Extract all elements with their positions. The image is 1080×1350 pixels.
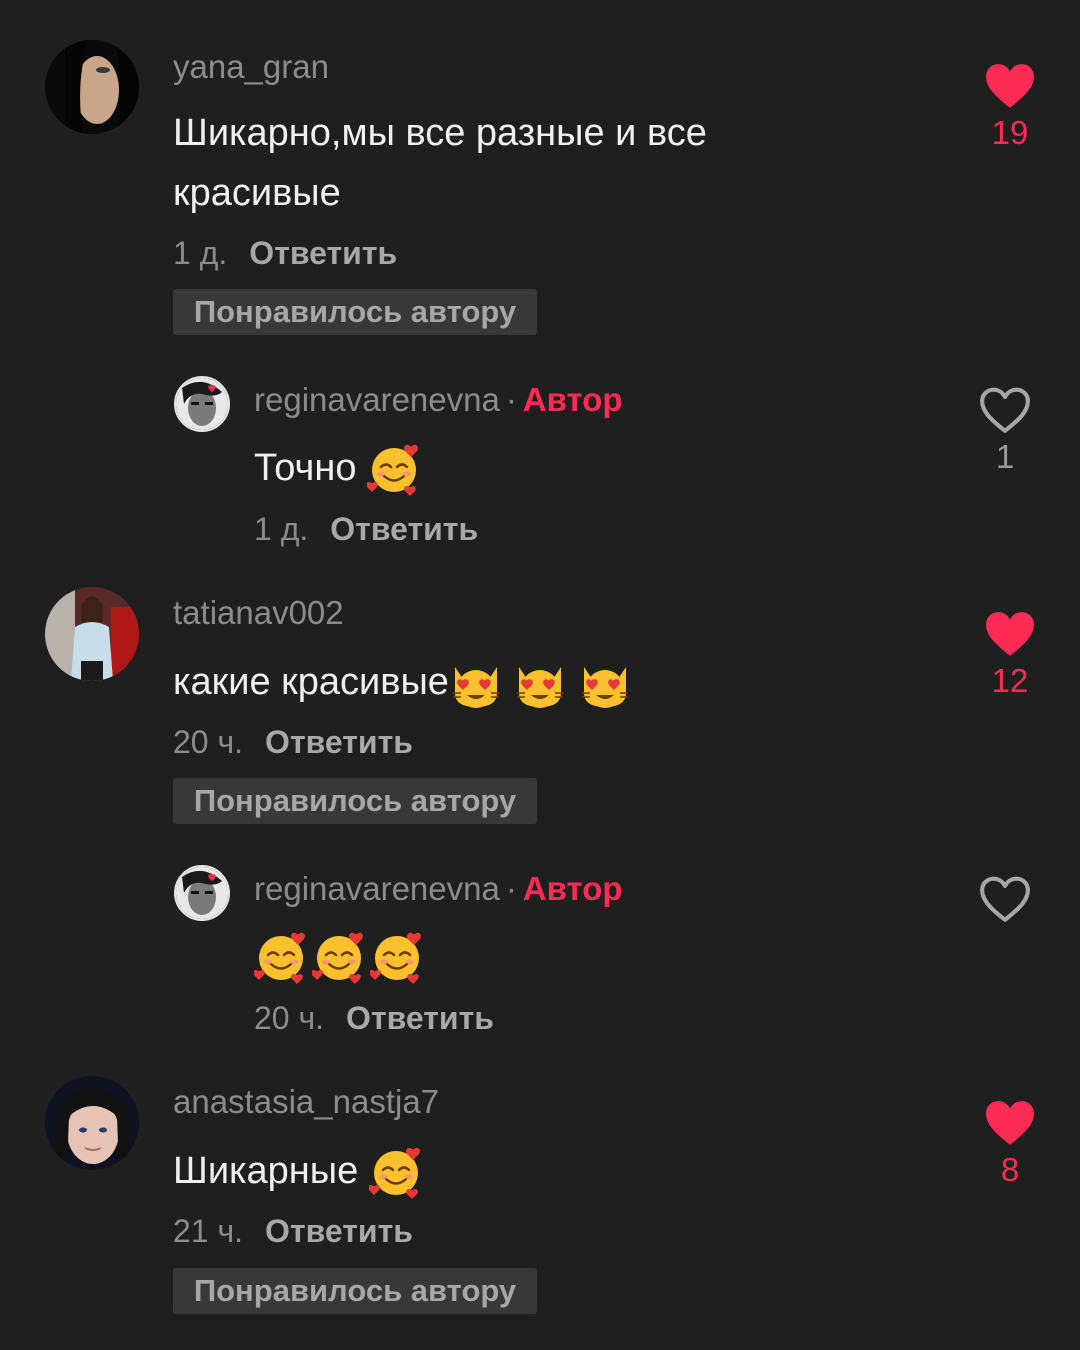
reply-username: reginavarenevna · Автор [254,870,623,908]
heart-eyes-cat-icon [449,657,503,711]
smiling-face-with-hearts-icon [370,931,424,985]
avatar[interactable] [174,376,230,432]
reply-meta: 20 ч. Ответить [254,1000,494,1037]
like-button[interactable]: 8 [975,1099,1045,1189]
comment-time: 1 д. [173,235,228,271]
comment-meta: 20 ч. Ответить [173,724,413,761]
comment-username[interactable]: tatianav002 [173,594,344,632]
like-button[interactable] [970,875,1040,927]
like-count: 19 [991,114,1029,151]
heart-eyes-cat-icon [578,657,632,711]
heart-eyes-cat-icon [513,657,567,711]
comment-username[interactable]: anastasia_nastja7 [173,1083,439,1121]
comment-time: 20 ч. [173,724,244,760]
like-button[interactable]: 12 [975,610,1045,700]
liked-by-author-badge: Понравилось автору [173,778,537,824]
comment-text-content: Шикарные [173,1150,359,1192]
avatar[interactable] [45,40,139,134]
like-count: 8 [1000,1151,1020,1188]
comment-username[interactable]: yana_gran [173,48,329,86]
reply-text-content: Точно [254,447,357,489]
reply-button[interactable]: Ответить [346,1000,494,1036]
comment-text: Шикарно,мы все разные и все красивые [173,112,707,214]
separator-dot: · [505,381,517,418]
liked-by-author-badge: Понравилось автору [173,289,537,335]
smiling-face-with-hearts-icon [368,1146,423,1200]
reply-button[interactable]: Ответить [330,511,478,547]
author-tag: Автор [522,870,623,907]
comment-meta: 1 д. Ответить [173,235,397,272]
reply-text: Точно [254,438,894,498]
heart-outline-icon [979,386,1031,434]
reply-button[interactable]: Ответить [265,724,413,760]
avatar[interactable] [45,1076,139,1170]
reply-meta: 1 д. Ответить [254,511,478,548]
author-tag: Автор [522,381,623,418]
reply-username-text[interactable]: reginavarenevna [254,870,500,907]
reply-time: 20 ч. [254,1000,325,1036]
smiling-face-with-hearts-icon [367,443,421,497]
comment-text: какие красивые [173,652,873,712]
comment-text-content: какие красивые [173,661,449,703]
like-button[interactable]: 19 [975,62,1045,152]
comment-meta: 21 ч. Ответить [173,1213,413,1250]
liked-by-author-badge: Понравилось автору [173,1268,537,1314]
avatar[interactable] [45,587,139,681]
separator-dot: · [505,870,517,907]
heart-outline-icon [979,875,1031,923]
heart-filled-icon [986,612,1034,656]
comment-text: Шикарные [173,1141,813,1201]
smiling-face-with-hearts-icon [312,931,366,985]
reply-button[interactable]: Ответить [249,235,397,271]
reply-text [254,926,894,986]
avatar[interactable] [174,865,230,921]
reply-button[interactable]: Ответить [265,1213,413,1249]
like-count: 12 [991,662,1029,699]
like-count: 1 [995,438,1015,475]
heart-filled-icon [986,1101,1034,1145]
reply-time: 1 д. [254,511,309,547]
comment-time: 21 ч. [173,1213,244,1249]
reply-username-text[interactable]: reginavarenevna [254,381,500,418]
smiling-face-with-hearts-icon [254,931,308,985]
reply-username: reginavarenevna · Автор [254,381,623,419]
like-button[interactable]: 1 [970,386,1040,476]
heart-filled-icon [986,64,1034,108]
